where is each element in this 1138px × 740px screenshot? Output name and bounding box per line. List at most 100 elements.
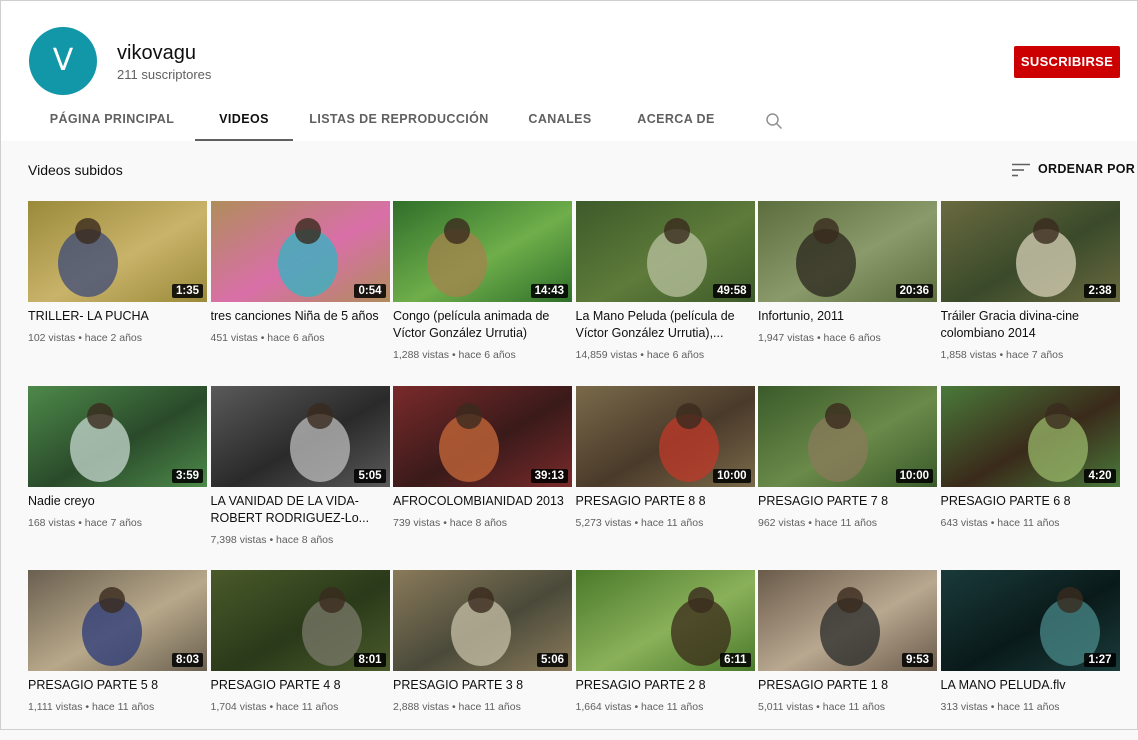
tab-home[interactable]: PÁGINA PRINCIPAL (29, 101, 195, 139)
video-meta: 1,288 vistas • hace 6 años (393, 349, 516, 361)
tab-videos[interactable]: VIDEOS (195, 101, 293, 141)
video-thumbnail[interactable]: 0:54 (210, 201, 390, 302)
video-thumbnail[interactable]: 9:53 (758, 570, 937, 671)
video-card[interactable]: 8:03 PRESAGIO PARTE 5 8 1,111 vistas • hac… (28, 570, 207, 740)
video-title[interactable]: Infortunio, 2011 (758, 308, 937, 325)
video-meta: 14,859 vistas • hace 6 años (575, 349, 705, 361)
video-duration: 5:05 (354, 469, 386, 483)
subscriber-count: 211 suscriptores (117, 67, 212, 82)
video-duration: 14:43 (530, 284, 568, 298)
video-title[interactable]: PRESAGIO PARTE 2 8 (576, 677, 755, 694)
video-meta: 1,858 vistas • hace 7 años (940, 349, 1064, 361)
video-title[interactable]: Nadie creyo (28, 493, 207, 510)
video-title[interactable]: PRESAGIO PARTE 5 8 (28, 677, 207, 694)
video-title[interactable]: PRESAGIO PARTE 3 8 (393, 677, 572, 694)
video-card[interactable]: 6:11 PRESAGIO PARTE 2 8 1,664 vistas • hac… (575, 570, 755, 740)
video-thumbnail[interactable]: 3:59 (28, 386, 207, 487)
video-thumbnail[interactable]: 10:00 (575, 386, 755, 487)
video-meta: 962 vistas • hace 11 años (758, 517, 878, 529)
video-card[interactable]: 20:36 Infortunio, 2011 1,947 vistas • hace… (758, 201, 937, 371)
video-title[interactable]: LA MANO PELUDA.flv (941, 677, 1120, 694)
video-card[interactable]: 5:06 PRESAGIO PARTE 3 8 2,888 vistas • hac… (393, 570, 572, 740)
tab-channels[interactable]: CANALES (511, 101, 609, 139)
video-card[interactable]: 8:01 PRESAGIO PARTE 4 8 1,704 vistas • hac… (210, 570, 390, 740)
video-card[interactable]: 2:38 Tráiler Gracia divina-cine colombian… (940, 201, 1120, 371)
video-card[interactable]: 39:13 AFROCOLOMBIANIDAD 2013 739 vistas • … (393, 386, 572, 556)
video-duration: 9:53 (901, 653, 933, 667)
video-title[interactable]: AFROCOLOMBIANIDAD 2013 (393, 493, 572, 510)
video-thumbnail[interactable]: 6:11 (575, 570, 755, 671)
video-title[interactable]: PRESAGIO PARTE 4 8 (211, 677, 390, 694)
video-thumbnail[interactable]: 14:43 (393, 201, 572, 302)
video-title[interactable]: PRESAGIO PARTE 8 8 (576, 493, 755, 510)
video-title[interactable]: La Mano Peluda (película de Víctor Gonzá… (576, 308, 755, 342)
video-thumbnail[interactable]: 5:06 (393, 570, 572, 671)
video-thumbnail[interactable]: 10:00 (758, 386, 937, 487)
video-duration: 5:06 (536, 653, 568, 667)
video-title[interactable]: tres canciones Niña de 5 años (211, 308, 390, 325)
video-duration: 1:35 (171, 284, 203, 298)
video-card[interactable]: 0:54 tres canciones Niña de 5 años 451 vis… (210, 201, 390, 371)
sort-icon (1012, 163, 1030, 177)
video-duration: 10:00 (713, 469, 751, 483)
video-card[interactable]: 49:58 La Mano Peluda (película de Víctor … (575, 201, 755, 371)
video-duration: 49:58 (713, 284, 751, 298)
video-duration: 8:03 (171, 653, 203, 667)
video-meta: 1,704 vistas • hace 11 años (210, 701, 339, 713)
video-meta: 1,664 vistas • hace 11 años (575, 701, 704, 713)
video-duration: 4:20 (1084, 469, 1116, 483)
video-thumbnail[interactable]: 1:27 (940, 570, 1120, 671)
channel-tabs: PÁGINA PRINCIPAL VIDEOS LISTAS DE REPROD… (1, 101, 1137, 141)
video-meta: 168 vistas • hace 7 años (28, 517, 142, 529)
video-meta: 1,111 vistas • hace 11 años (28, 701, 155, 713)
video-title[interactable]: PRESAGIO PARTE 6 8 (941, 493, 1120, 510)
video-thumbnail[interactable]: 49:58 (575, 201, 755, 302)
video-duration: 39:13 (530, 469, 568, 483)
video-title[interactable]: TRILLER- LA PUCHA (28, 308, 207, 325)
channel-name: vikovagu (117, 42, 196, 64)
video-duration: 8:01 (354, 653, 386, 667)
video-card[interactable]: 4:20 PRESAGIO PARTE 6 8 643 vistas • hace … (940, 386, 1120, 556)
video-card[interactable]: 5:05 LA VANIDAD DE LA VIDA- ROBERT RODRIG… (210, 386, 390, 556)
video-meta: 102 vistas • hace 2 años (28, 332, 142, 344)
video-card[interactable]: 10:00 PRESAGIO PARTE 8 8 5,273 vistas • ha… (575, 386, 755, 556)
channel-avatar[interactable]: V (29, 27, 97, 95)
section-title: Videos subidos (28, 162, 123, 178)
tab-playlists[interactable]: LISTAS DE REPRODUCCIÓN (305, 101, 493, 139)
video-card[interactable]: 9:53 PRESAGIO PARTE 1 8 5,011 vistas • hac… (758, 570, 937, 740)
video-thumbnail[interactable]: 2:38 (940, 201, 1120, 302)
video-meta: 7,398 vistas • hace 8 años (210, 534, 334, 546)
video-meta: 2,888 vistas • hace 11 años (393, 701, 521, 713)
video-thumbnail[interactable]: 39:13 (393, 386, 572, 487)
video-card[interactable]: 1:27 LA MANO PELUDA.flv 313 vistas • hace … (940, 570, 1120, 740)
video-duration: 10:00 (895, 469, 933, 483)
video-thumbnail[interactable]: 1:35 (28, 201, 207, 302)
video-meta: 643 vistas • hace 11 años (940, 517, 1060, 529)
video-thumbnail[interactable]: 4:20 (940, 386, 1120, 487)
video-card[interactable]: 1:35 TRILLER- LA PUCHA 102 vistas • hace 2… (28, 201, 207, 371)
video-meta: 313 vistas • hace 11 años (940, 701, 1060, 713)
video-card[interactable]: 3:59 Nadie creyo 168 vistas • hace 7 años (28, 386, 207, 556)
video-thumbnail[interactable]: 5:05 (210, 386, 390, 487)
video-meta: 5,011 vistas • hace 11 años (758, 701, 886, 713)
video-duration: 20:36 (895, 284, 933, 298)
video-meta: 451 vistas • hace 6 años (210, 332, 325, 344)
video-title[interactable]: PRESAGIO PARTE 1 8 (758, 677, 937, 694)
subscribe-button[interactable]: SUSCRIBIRSE (1014, 46, 1120, 78)
video-title[interactable]: LA VANIDAD DE LA VIDA- ROBERT RODRIGUEZ-… (211, 493, 390, 527)
video-thumbnail[interactable]: 8:03 (28, 570, 207, 671)
video-duration: 3:59 (171, 469, 203, 483)
search-icon[interactable] (765, 112, 783, 130)
video-duration: 2:38 (1084, 284, 1116, 298)
video-thumbnail[interactable]: 8:01 (210, 570, 390, 671)
video-card[interactable]: 10:00 PRESAGIO PARTE 7 8 962 vistas • hace… (758, 386, 937, 556)
video-meta: 5,273 vistas • hace 11 años (575, 517, 704, 529)
video-duration: 6:11 (720, 653, 751, 667)
video-title[interactable]: PRESAGIO PARTE 7 8 (758, 493, 937, 510)
video-title[interactable]: Congo (película animada de Víctor Gonzál… (393, 308, 572, 342)
video-title[interactable]: Tráiler Gracia divina-cine colombiano 20… (941, 308, 1120, 342)
video-thumbnail[interactable]: 20:36 (758, 201, 937, 302)
video-meta: 739 vistas • hace 8 años (393, 517, 507, 529)
video-card[interactable]: 14:43 Congo (película animada de Víctor G… (393, 201, 572, 371)
tab-about[interactable]: ACERCA DE (625, 101, 727, 139)
